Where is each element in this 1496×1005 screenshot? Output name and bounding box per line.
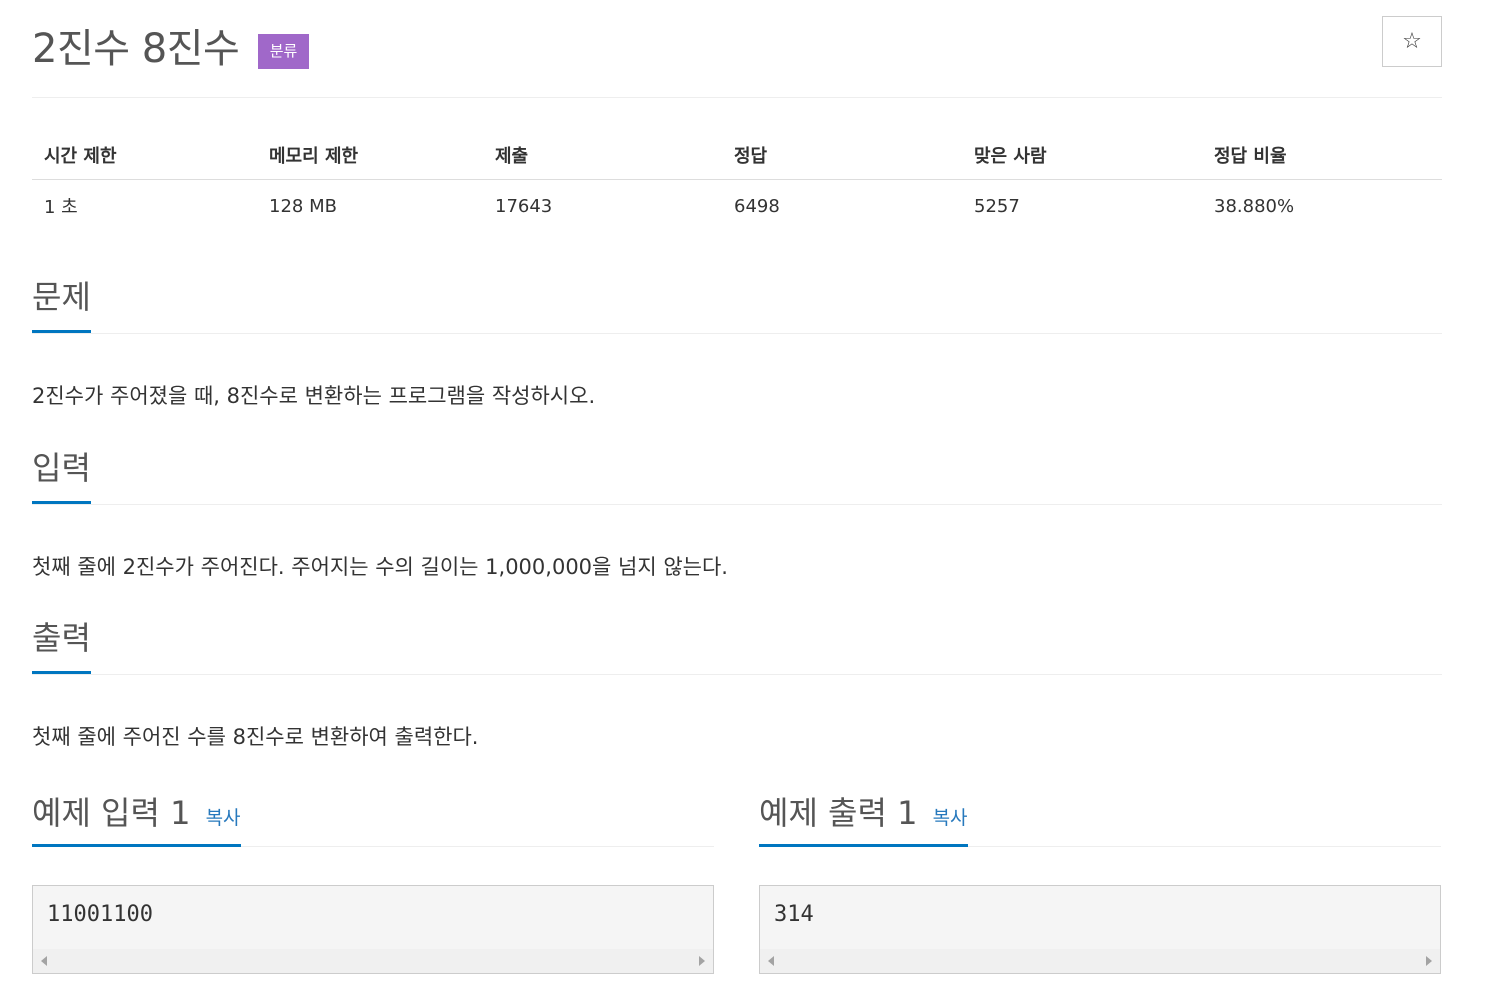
value-submissions: 17643 <box>495 195 553 217</box>
output-section-title: 출력 <box>32 618 91 674</box>
sample-output-panel: 예제 출력 1 복사 314 <box>759 786 1441 974</box>
star-button[interactable]: ☆ <box>1382 16 1442 67</box>
problem-info-table: 시간 제한 메모리 제한 제출 정답 맞은 사람 정답 비율 1 초 128 M… <box>32 130 1442 232</box>
sample-input-scrollbar[interactable] <box>33 949 713 973</box>
sample-output-code: 314 <box>774 902 814 927</box>
sample-output-head: 예제 출력 1 복사 <box>759 786 1441 847</box>
info-header-row: 시간 제한 메모리 제한 제출 정답 맞은 사람 정답 비율 <box>32 130 1442 180</box>
value-accept-ratio: 38.880% <box>1214 195 1295 217</box>
output-description: 첫째 줄에 주어진 수를 8진수로 변환하여 출력한다. <box>32 725 479 749</box>
title-row: 2진수 8진수 분류 ☆ <box>32 14 1442 98</box>
scroll-right-icon[interactable] <box>699 956 705 966</box>
category-badge[interactable]: 분류 <box>258 34 309 69</box>
input-section: 입력 첫째 줄에 2진수가 주어진다. 주어지는 수의 길이는 1,000,00… <box>32 449 1442 581</box>
header-accepted: 정답 <box>722 130 962 180</box>
sample-output-box[interactable]: 314 <box>759 885 1441 974</box>
sample-output-title: 예제 출력 1 <box>759 794 918 832</box>
value-accepted: 6498 <box>734 195 780 217</box>
info-value-row: 1 초 128 MB 17643 6498 5257 38.880% <box>32 180 1442 233</box>
problem-section-head: 문제 <box>32 278 1442 334</box>
sample-output-head-inner: 예제 출력 1 복사 <box>759 785 968 847</box>
value-memory-limit: 128 MB <box>269 195 337 217</box>
value-time-limit: 1 초 <box>44 197 78 218</box>
scroll-left-icon[interactable] <box>41 956 47 966</box>
problem-section-title: 문제 <box>32 277 91 333</box>
problem-title: 2진수 8진수 <box>32 26 240 72</box>
header-solvers: 맞은 사람 <box>962 130 1202 180</box>
header-time-limit: 시간 제한 <box>32 130 257 180</box>
input-description: 첫째 줄에 2진수가 주어진다. 주어지는 수의 길이는 1,000,000을 … <box>32 555 728 579</box>
output-section: 출력 첫째 줄에 주어진 수를 8진수로 변환하여 출력한다. <box>32 619 1442 751</box>
sample-input-title: 예제 입력 1 <box>32 794 191 832</box>
scroll-left-icon[interactable] <box>768 956 774 966</box>
sample-output-copy-link[interactable]: 복사 <box>933 807 968 829</box>
star-icon: ☆ <box>1402 29 1422 54</box>
sample-input-head: 예제 입력 1 복사 <box>32 786 714 847</box>
header-accept-ratio: 정답 비율 <box>1202 130 1442 180</box>
sample-input-box[interactable]: 11001100 <box>32 885 714 974</box>
input-section-head: 입력 <box>32 449 1442 505</box>
scroll-right-icon[interactable] <box>1426 956 1432 966</box>
sample-input-code: 11001100 <box>47 902 153 927</box>
sample-input-copy-link[interactable]: 복사 <box>206 807 241 829</box>
input-section-title: 입력 <box>32 448 91 504</box>
sample-input-panel: 예제 입력 1 복사 11001100 <box>32 786 714 974</box>
problem-description: 2진수가 주어졌을 때, 8진수로 변환하는 프로그램을 작성하시오. <box>32 384 596 408</box>
header-memory-limit: 메모리 제한 <box>257 130 483 180</box>
header-submissions: 제출 <box>483 130 722 180</box>
problem-page: 2진수 8진수 분류 ☆ 시간 제한 메모리 제한 제출 정답 맞은 사람 정답… <box>0 0 1496 1005</box>
problem-section: 문제 2진수가 주어졌을 때, 8진수로 변환하는 프로그램을 작성하시오. <box>32 278 1442 410</box>
value-solvers: 5257 <box>974 195 1020 217</box>
output-section-head: 출력 <box>32 619 1442 675</box>
sample-output-scrollbar[interactable] <box>760 949 1440 973</box>
sample-input-head-inner: 예제 입력 1 복사 <box>32 785 241 847</box>
